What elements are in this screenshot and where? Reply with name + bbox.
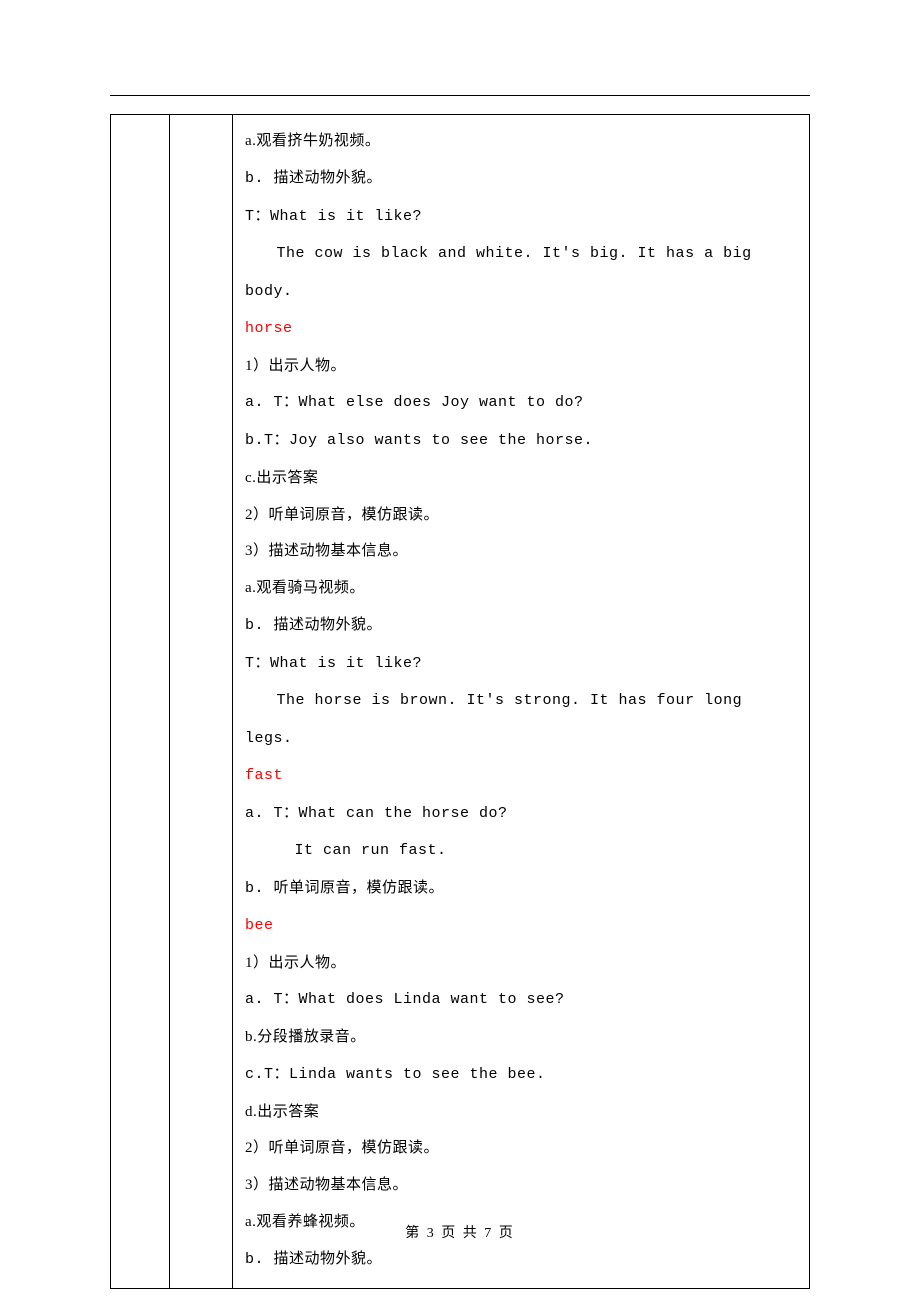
- line: The cow is black and white. It's big. It…: [245, 235, 799, 311]
- line: a. T：What can the horse do?: [245, 795, 799, 833]
- text: a. T：What else does Joy want to do?: [245, 394, 584, 411]
- line: T：What is it like?: [245, 198, 799, 236]
- line: c.T：Linda wants to see the bee.: [245, 1056, 799, 1094]
- line: a.观看挤牛奶视频。: [245, 123, 799, 160]
- line: a. T：What does Linda want to see?: [245, 981, 799, 1019]
- line: b. 听单词原音，模仿跟读。: [245, 870, 799, 908]
- col-2-blank: [170, 115, 233, 1289]
- header-rule: [110, 95, 810, 96]
- table-row: a.观看挤牛奶视频。 b. 描述动物外貌。 T：What is it like?…: [111, 115, 810, 1289]
- line: d.出示答案: [245, 1094, 799, 1131]
- line: 1）出示人物。: [245, 945, 799, 982]
- line: a. T：What else does Joy want to do?: [245, 384, 799, 422]
- text: T：What is it like?: [245, 655, 422, 672]
- keyword-fast: fast: [245, 758, 799, 795]
- line: T：What is it like?: [245, 645, 799, 683]
- line: b.分段播放录音。: [245, 1019, 799, 1056]
- text: a. T：What can the horse do?: [245, 805, 508, 822]
- line: The horse is brown. It's strong. It has …: [245, 682, 799, 758]
- line: 3）描述动物基本信息。: [245, 1167, 799, 1204]
- text: T：What is it like?: [245, 208, 422, 225]
- content-table: a.观看挤牛奶视频。 b. 描述动物外貌。 T：What is it like?…: [110, 114, 810, 1289]
- line: b. 描述动物外貌。: [245, 1241, 799, 1279]
- text: b. 描述动物外貌。: [245, 617, 382, 634]
- keyword-bee: bee: [245, 908, 799, 945]
- text: b.T：Joy also wants to see the horse.: [245, 432, 593, 449]
- line: 1）出示人物。: [245, 348, 799, 385]
- text: a. T：What does Linda want to see?: [245, 991, 565, 1008]
- line: 2）听单词原音，模仿跟读。: [245, 497, 799, 534]
- line: 2）听单词原音，模仿跟读。: [245, 1130, 799, 1167]
- line: b. 描述动物外貌。: [245, 607, 799, 645]
- line: b.T：Joy also wants to see the horse.: [245, 422, 799, 460]
- lesson-content-cell: a.观看挤牛奶视频。 b. 描述动物外貌。 T：What is it like?…: [233, 115, 810, 1289]
- line: c.出示答案: [245, 460, 799, 497]
- text: The horse is brown. It's strong. It has …: [245, 692, 742, 747]
- document-page: a.观看挤牛奶视频。 b. 描述动物外貌。 T：What is it like?…: [0, 0, 920, 1302]
- keyword-horse: horse: [245, 311, 799, 348]
- page-footer: 第 3 页 共 7 页: [0, 1222, 920, 1242]
- line: b. 描述动物外貌。: [245, 160, 799, 198]
- line: a.观看骑马视频。: [245, 570, 799, 607]
- text: The cow is black and white. It's big. It…: [245, 245, 752, 300]
- line: 3）描述动物基本信息。: [245, 533, 799, 570]
- text: b. 描述动物外貌。: [245, 1251, 382, 1268]
- text: b. 描述动物外貌。: [245, 170, 382, 187]
- line: It can run fast.: [245, 832, 799, 870]
- col-1-blank: [111, 115, 170, 1289]
- text: It can run fast.: [295, 842, 447, 859]
- text: c.T：Linda wants to see the bee.: [245, 1066, 546, 1083]
- text: b. 听单词原音，模仿跟读。: [245, 880, 444, 897]
